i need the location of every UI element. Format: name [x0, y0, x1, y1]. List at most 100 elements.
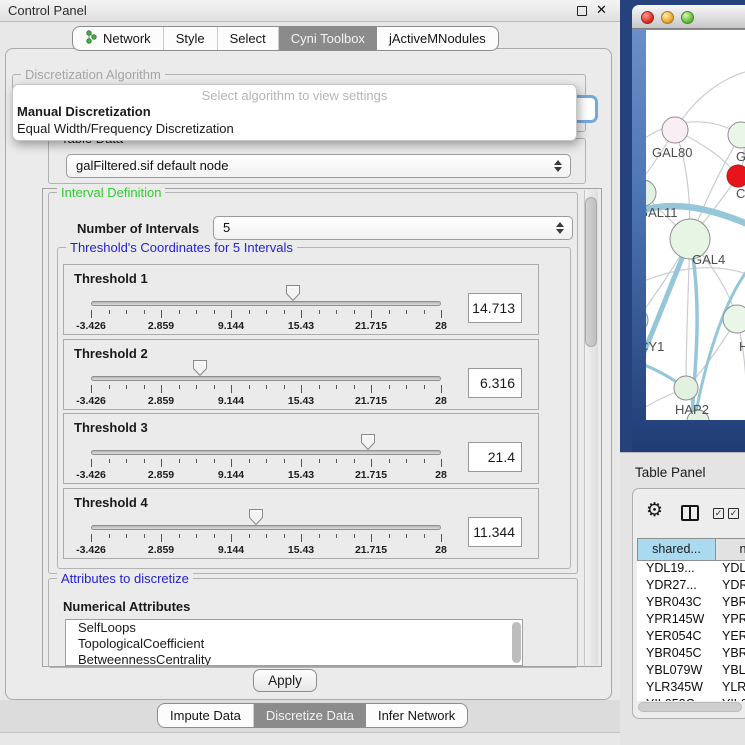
- tick-label: -3.426: [76, 544, 106, 556]
- table-cell-name: YDL1: [716, 561, 745, 578]
- tab-cyni-toolbox[interactable]: Cyni Toolbox: [279, 27, 377, 50]
- table-row[interactable]: YER054CYER0: [637, 629, 745, 646]
- tick-mark: [389, 534, 390, 538]
- slider-thumb[interactable]: [192, 359, 208, 377]
- network-node[interactable]: [727, 165, 745, 187]
- slider-thumb[interactable]: [285, 284, 301, 302]
- network-node[interactable]: [728, 122, 745, 148]
- tick-mark: [336, 534, 337, 538]
- table-cell-shared-name: YPR145W: [637, 612, 716, 629]
- list-scrollbar-thumb[interactable]: [512, 622, 521, 663]
- screen: Control Panel ✕ NetworkStyleSelectCyni T…: [0, 0, 745, 745]
- minimize-traffic-light-icon[interactable]: [661, 11, 674, 24]
- spinner-arrows-icon[interactable]: [556, 222, 564, 234]
- attribute-list-item[interactable]: BetweennessCentrality: [66, 652, 522, 666]
- tab-discretize-data[interactable]: Discretize Data: [254, 704, 366, 727]
- tick-mark: [109, 459, 110, 463]
- network-node[interactable]: [662, 117, 688, 143]
- gear-icon[interactable]: ⚙: [646, 501, 663, 521]
- tick-mark: [179, 459, 180, 463]
- column-header-name[interactable]: na: [716, 538, 745, 561]
- table-row[interactable]: YBL079WYBL0: [637, 663, 745, 680]
- tick-mark: [126, 385, 127, 389]
- float-window-icon[interactable]: [577, 6, 587, 16]
- network-node-label: H: [739, 339, 745, 354]
- threshold-slider[interactable]: -3.4262.8599.14415.4321.71528: [91, 414, 441, 485]
- number-of-intervals-combobox[interactable]: 5: [213, 216, 573, 240]
- threshold-value-field[interactable]: 11.344: [468, 517, 522, 547]
- algorithm-option-equal-width[interactable]: Equal Width/Frequency Discretization: [16, 121, 573, 136]
- vertical-scrollbar-thumb[interactable]: [585, 197, 597, 347]
- tick-mark: [109, 385, 110, 389]
- close-icon[interactable]: ✕: [596, 2, 607, 18]
- tick-mark: [406, 385, 407, 389]
- tick-mark: [144, 385, 145, 389]
- tab-jactivemnodules[interactable]: jActiveMNodules: [377, 27, 498, 50]
- table-columns-icon[interactable]: [681, 505, 699, 521]
- tick-mark: [179, 385, 180, 389]
- network-node[interactable]: [646, 309, 648, 331]
- table-panel-title: Table Panel: [635, 465, 706, 480]
- tick-label: 15.43: [288, 469, 314, 481]
- slider-track[interactable]: [91, 376, 441, 381]
- checkbox-icon[interactable]: ✓: [713, 508, 724, 519]
- network-window-region: GAL80GCGAL11GAL4GCY1HHAP2: [620, 0, 745, 452]
- discretization-algorithm-title: Discretization Algorithm: [21, 67, 165, 82]
- table-row[interactable]: YPR145WYPR1: [637, 612, 745, 629]
- tick-mark: [406, 310, 407, 314]
- table-data-group: Table Data galFiltered.sif default node: [48, 138, 586, 184]
- slider-thumb[interactable]: [248, 508, 264, 526]
- tab-network[interactable]: Network: [73, 27, 164, 50]
- horizontal-scrollbar-thumb[interactable]: [638, 702, 742, 712]
- tab-impute-data[interactable]: Impute Data: [158, 704, 254, 727]
- threshold-value-field[interactable]: 6.316: [468, 368, 522, 398]
- tick-label: -3.426: [76, 320, 106, 332]
- threshold-slider[interactable]: -3.4262.8599.14415.4321.71528: [91, 265, 441, 336]
- tick-mark: [126, 310, 127, 314]
- tick-mark: [161, 534, 162, 542]
- tick-mark: [336, 385, 337, 389]
- table-row[interactable]: YBR045CYBR0: [637, 646, 745, 663]
- control-panel-title: Control Panel: [8, 3, 87, 18]
- close-traffic-light-icon[interactable]: [641, 11, 654, 24]
- attribute-list-item[interactable]: SelfLoops: [66, 620, 522, 636]
- slider-track[interactable]: [91, 525, 441, 530]
- zoom-traffic-light-icon[interactable]: [681, 11, 694, 24]
- algorithm-option-manual[interactable]: Manual Discretization: [16, 104, 573, 119]
- table-row[interactable]: YDL19...YDL1: [637, 561, 745, 578]
- threshold-value-field[interactable]: 21.4: [468, 442, 522, 472]
- numerical-attributes-list[interactable]: SelfLoopsTopologicalCoefficientBetweenne…: [65, 619, 523, 666]
- tab-infer-network[interactable]: Infer Network: [366, 704, 467, 727]
- threshold-slider[interactable]: -3.4262.8599.14415.4321.71528: [91, 489, 441, 560]
- table-row[interactable]: YLR345WYLR3: [637, 680, 745, 697]
- apply-button[interactable]: Apply: [253, 669, 317, 692]
- network-node[interactable]: [674, 376, 698, 400]
- network-canvas[interactable]: GAL80GCGAL11GAL4GCY1HHAP2: [646, 30, 745, 420]
- table-row[interactable]: YDR27...YDR2: [637, 578, 745, 595]
- attribute-list-item[interactable]: TopologicalCoefficient: [66, 636, 522, 652]
- tick-mark: [301, 385, 302, 393]
- network-node-label: G: [736, 149, 745, 164]
- slider-track[interactable]: [91, 301, 441, 306]
- checkbox-icon[interactable]: ✓: [728, 508, 739, 519]
- table-row[interactable]: YBR043CYBR0: [637, 595, 745, 612]
- slider-thumb[interactable]: [360, 433, 376, 451]
- tab-style[interactable]: Style: [164, 27, 218, 50]
- table-row[interactable]: YIL052CYIL0: [637, 697, 745, 701]
- table-header-row: shared... na: [637, 538, 745, 561]
- algorithm-hint: Select algorithm to view settings: [13, 88, 576, 103]
- threshold-slider[interactable]: -3.4262.8599.14415.4321.71528: [91, 340, 441, 411]
- column-header-shared-name[interactable]: shared...: [637, 538, 716, 561]
- slider-track[interactable]: [91, 450, 441, 455]
- tab-select[interactable]: Select: [218, 27, 279, 50]
- tick-mark: [196, 534, 197, 538]
- slider-tick-labels: -3.4262.8599.14415.4321.71528: [91, 544, 441, 556]
- spinner-arrows-icon[interactable]: [554, 160, 562, 172]
- network-node[interactable]: [646, 180, 656, 206]
- slider-tick-labels: -3.4262.8599.14415.4321.71528: [91, 320, 441, 332]
- number-of-intervals-label: Number of Intervals: [77, 221, 199, 236]
- tick-mark: [249, 310, 250, 314]
- threshold-value-field[interactable]: 14.713: [468, 293, 522, 323]
- table-data-combobox[interactable]: galFiltered.sif default node: [66, 154, 571, 178]
- tick-mark: [319, 534, 320, 538]
